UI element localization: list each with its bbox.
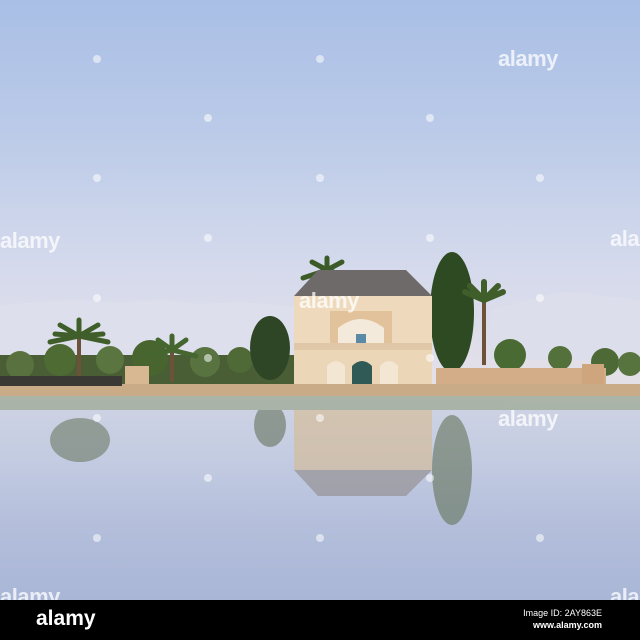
watermark-dot [536,174,544,182]
watermark-text: alamy [498,46,558,71]
watermark-dot [204,234,212,242]
watermark-dot [93,174,101,182]
watermark-dot [536,294,544,302]
watermark-dot [426,114,434,122]
watermark-text: alamy [0,228,60,253]
watermark-dot [93,294,101,302]
watermark-dot [426,474,434,482]
crowd [0,376,122,386]
watermark-dot [316,534,324,542]
photo-frame: alamy alamy alamy alamy alamy alamy alam… [0,0,640,640]
watermark-text: alamy [610,226,640,251]
watermark-dot [93,414,101,422]
watermark-dot [204,114,212,122]
pavilion-door-right [380,361,398,384]
watermark-dot [204,474,212,482]
watermark-text: alamy [498,406,558,431]
wall-right [436,368,606,384]
watermark-dot [316,414,324,422]
watermark-dot [93,55,101,63]
watermark-dot [426,354,434,362]
watermark-text: alamy [299,288,359,313]
footer-logo[interactable]: alamy [36,607,96,631]
watermark-dot [426,234,434,242]
watermark-dot [316,174,324,182]
watermark-dot [204,354,212,362]
pavilion-door-center [352,361,372,384]
footer-url-link[interactable]: www.alamy.com [533,620,602,630]
watermark-dot [316,55,324,63]
cypress-tree-left [250,316,290,380]
watermark-dot [93,534,101,542]
pavilion-door-left [327,361,345,384]
image-id-label: Image ID: 2AY863E [523,608,602,618]
footer-bar: alamy Image ID: 2AY863E www.alamy.com [0,600,640,640]
pavilion-balcony [294,343,432,350]
watermark-dot [536,534,544,542]
